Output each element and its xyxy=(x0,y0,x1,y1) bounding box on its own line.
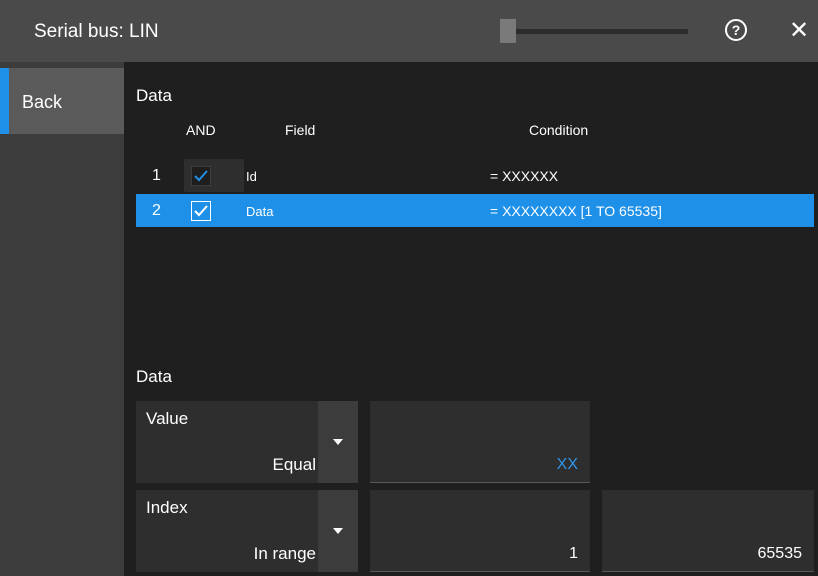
dialog-title: Serial bus: LIN xyxy=(34,21,159,42)
row-condition: = XXXXXX xyxy=(490,168,559,184)
help-icon[interactable]: ? xyxy=(725,19,747,41)
index-label: Index xyxy=(146,498,188,517)
close-icon[interactable]: ✕ xyxy=(786,16,812,44)
row-number: 1 xyxy=(152,167,161,184)
condition-row-id[interactable]: 1 Id = XXXXXX xyxy=(136,159,814,192)
row-number: 2 xyxy=(152,202,161,219)
value-operator-select[interactable]: Value Equal xyxy=(136,401,330,483)
value-label: Value xyxy=(146,409,189,428)
back-button-accent xyxy=(0,68,9,134)
data-settings-title: Data xyxy=(136,367,172,386)
and-checkbox[interactable] xyxy=(191,166,211,186)
back-button-label: Back xyxy=(22,92,63,112)
value-input-text: XX xyxy=(556,456,578,473)
index-from-text: 1 xyxy=(569,545,578,562)
and-checkbox[interactable] xyxy=(191,201,211,221)
column-header-condition: Condition xyxy=(529,122,589,138)
index-to-text: 65535 xyxy=(757,545,803,562)
caret-down-icon xyxy=(333,528,343,534)
index-operator-select[interactable]: Index In range xyxy=(136,490,330,572)
title-bar: Serial bus: LIN ? ✕ xyxy=(0,0,818,62)
index-to-input[interactable]: 65535 xyxy=(602,490,814,572)
check-icon xyxy=(194,205,208,217)
index-dropdown-button[interactable] xyxy=(318,490,358,572)
value-input[interactable]: XX xyxy=(370,401,590,483)
column-header-field: Field xyxy=(285,122,316,138)
condition-row-data[interactable]: 2 Data = XXXXXXXX [1 TO 65535] xyxy=(136,194,814,227)
main-content: Data AND Field Condition 1 Id = XXXXXX 2… xyxy=(124,62,818,576)
transparency-slider-track[interactable] xyxy=(500,29,688,34)
row-condition: = XXXXXXXX [1 TO 65535] xyxy=(490,203,662,219)
column-header-and: AND xyxy=(186,122,216,138)
caret-down-icon xyxy=(333,439,343,445)
index-from-input[interactable]: 1 xyxy=(370,490,590,572)
value-operator: Equal xyxy=(272,455,316,474)
check-icon xyxy=(194,170,208,182)
row-field: Id xyxy=(246,169,257,184)
index-operator: In range xyxy=(253,544,316,563)
transparency-slider-handle[interactable] xyxy=(500,19,516,43)
row-field: Data xyxy=(246,204,274,219)
back-button[interactable]: Back xyxy=(0,68,124,134)
sidebar: Back xyxy=(0,62,124,576)
data-list-title: Data xyxy=(136,86,172,105)
value-dropdown-button[interactable] xyxy=(318,401,358,483)
